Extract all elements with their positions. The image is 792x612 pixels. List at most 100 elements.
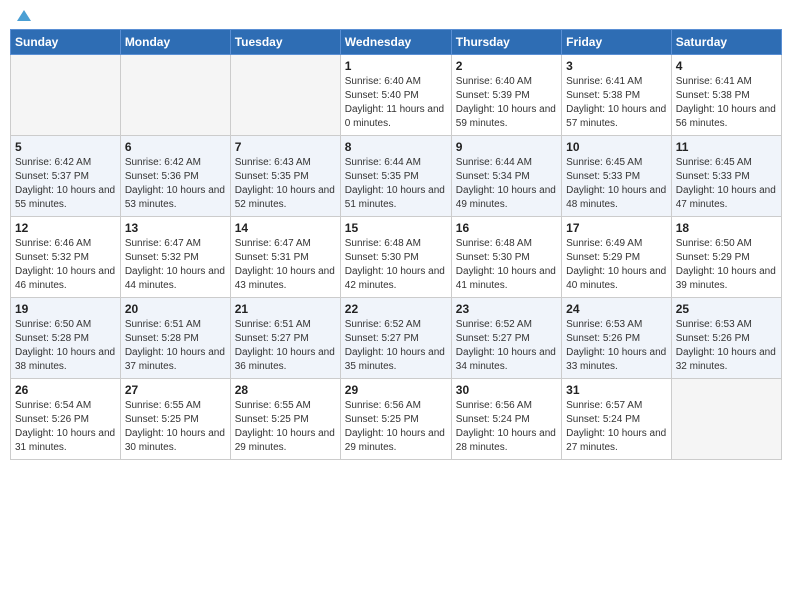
calendar-cell: 19 Sunrise: 6:50 AMSunset: 5:28 PMDayligh… (11, 298, 121, 379)
day-number: 27 (125, 383, 226, 397)
day-number: 21 (235, 302, 336, 316)
calendar-cell: 6 Sunrise: 6:42 AMSunset: 5:36 PMDaylight… (120, 136, 230, 217)
logo (14, 10, 31, 21)
calendar-cell: 2 Sunrise: 6:40 AMSunset: 5:39 PMDaylight… (451, 55, 561, 136)
calendar-cell: 18 Sunrise: 6:50 AMSunset: 5:29 PMDayligh… (671, 217, 781, 298)
day-info: Sunrise: 6:40 AMSunset: 5:39 PMDaylight:… (456, 75, 557, 131)
day-info: Sunrise: 6:53 AMSunset: 5:26 PMDaylight:… (566, 318, 667, 374)
day-number: 16 (456, 221, 557, 235)
calendar-cell: 23 Sunrise: 6:52 AMSunset: 5:27 PMDayligh… (451, 298, 561, 379)
calendar-cell: 27 Sunrise: 6:55 AMSunset: 5:25 PMDayligh… (120, 379, 230, 460)
calendar-cell (671, 379, 781, 460)
calendar-cell: 13 Sunrise: 6:47 AMSunset: 5:32 PMDayligh… (120, 217, 230, 298)
day-info: Sunrise: 6:49 AMSunset: 5:29 PMDaylight:… (566, 237, 667, 293)
day-number: 3 (566, 59, 667, 73)
day-number: 15 (345, 221, 447, 235)
calendar-cell (120, 55, 230, 136)
day-info: Sunrise: 6:51 AMSunset: 5:27 PMDaylight:… (235, 318, 336, 374)
calendar-week-row: 19 Sunrise: 6:50 AMSunset: 5:28 PMDayligh… (11, 298, 782, 379)
calendar-cell: 17 Sunrise: 6:49 AMSunset: 5:29 PMDayligh… (562, 217, 672, 298)
calendar-header-wednesday: Wednesday (340, 30, 451, 55)
day-number: 5 (15, 140, 116, 154)
day-info: Sunrise: 6:45 AMSunset: 5:33 PMDaylight:… (676, 156, 777, 212)
day-info: Sunrise: 6:51 AMSunset: 5:28 PMDaylight:… (125, 318, 226, 374)
calendar-cell: 25 Sunrise: 6:53 AMSunset: 5:26 PMDayligh… (671, 298, 781, 379)
day-info: Sunrise: 6:46 AMSunset: 5:32 PMDaylight:… (15, 237, 116, 293)
day-info: Sunrise: 6:47 AMSunset: 5:32 PMDaylight:… (125, 237, 226, 293)
calendar-cell (11, 55, 121, 136)
day-number: 19 (15, 302, 116, 316)
calendar-cell: 28 Sunrise: 6:55 AMSunset: 5:25 PMDayligh… (230, 379, 340, 460)
calendar-header-monday: Monday (120, 30, 230, 55)
day-info: Sunrise: 6:41 AMSunset: 5:38 PMDaylight:… (676, 75, 777, 131)
calendar-cell: 21 Sunrise: 6:51 AMSunset: 5:27 PMDayligh… (230, 298, 340, 379)
day-info: Sunrise: 6:45 AMSunset: 5:33 PMDaylight:… (566, 156, 667, 212)
day-number: 23 (456, 302, 557, 316)
day-number: 11 (676, 140, 777, 154)
calendar-header-saturday: Saturday (671, 30, 781, 55)
day-number: 10 (566, 140, 667, 154)
day-number: 6 (125, 140, 226, 154)
calendar-cell (230, 55, 340, 136)
calendar-header-row: SundayMondayTuesdayWednesdayThursdayFrid… (11, 30, 782, 55)
calendar-cell: 4 Sunrise: 6:41 AMSunset: 5:38 PMDaylight… (671, 55, 781, 136)
day-number: 20 (125, 302, 226, 316)
day-number: 17 (566, 221, 667, 235)
day-info: Sunrise: 6:50 AMSunset: 5:29 PMDaylight:… (676, 237, 777, 293)
calendar-cell: 3 Sunrise: 6:41 AMSunset: 5:38 PMDaylight… (562, 55, 672, 136)
day-number: 13 (125, 221, 226, 235)
day-info: Sunrise: 6:50 AMSunset: 5:28 PMDaylight:… (15, 318, 116, 374)
day-number: 14 (235, 221, 336, 235)
day-number: 12 (15, 221, 116, 235)
calendar-header-friday: Friday (562, 30, 672, 55)
day-number: 1 (345, 59, 447, 73)
calendar-cell: 1 Sunrise: 6:40 AMSunset: 5:40 PMDaylight… (340, 55, 451, 136)
page-header (10, 10, 782, 21)
calendar-header-tuesday: Tuesday (230, 30, 340, 55)
calendar-cell: 20 Sunrise: 6:51 AMSunset: 5:28 PMDayligh… (120, 298, 230, 379)
calendar-week-row: 26Sunrise: 6:54 AMSunset: 5:26 PMDayligh… (11, 379, 782, 460)
day-info: Sunrise: 6:55 AMSunset: 5:25 PMDaylight:… (125, 399, 226, 455)
calendar-cell: 26Sunrise: 6:54 AMSunset: 5:26 PMDayligh… (11, 379, 121, 460)
day-info: Sunrise: 6:43 AMSunset: 5:35 PMDaylight:… (235, 156, 336, 212)
day-info: Sunrise: 6:42 AMSunset: 5:36 PMDaylight:… (125, 156, 226, 212)
calendar-header-sunday: Sunday (11, 30, 121, 55)
day-info: Sunrise: 6:48 AMSunset: 5:30 PMDaylight:… (456, 237, 557, 293)
day-info: Sunrise: 6:44 AMSunset: 5:34 PMDaylight:… (456, 156, 557, 212)
day-number: 30 (456, 383, 557, 397)
calendar-cell: 10 Sunrise: 6:45 AMSunset: 5:33 PMDayligh… (562, 136, 672, 217)
day-number: 26 (15, 383, 116, 397)
calendar-cell: 24 Sunrise: 6:53 AMSunset: 5:26 PMDayligh… (562, 298, 672, 379)
day-number: 9 (456, 140, 557, 154)
day-number: 25 (676, 302, 777, 316)
calendar-cell: 5 Sunrise: 6:42 AMSunset: 5:37 PMDaylight… (11, 136, 121, 217)
calendar-cell: 22Sunrise: 6:52 AMSunset: 5:27 PMDayligh… (340, 298, 451, 379)
day-number: 2 (456, 59, 557, 73)
day-number: 28 (235, 383, 336, 397)
day-info: Sunrise: 6:40 AMSunset: 5:40 PMDaylight:… (345, 75, 447, 131)
calendar-week-row: 12 Sunrise: 6:46 AMSunset: 5:32 PMDayligh… (11, 217, 782, 298)
day-number: 22 (345, 302, 447, 316)
calendar-cell: 8Sunrise: 6:44 AMSunset: 5:35 PMDaylight… (340, 136, 451, 217)
day-info: Sunrise: 6:56 AMSunset: 5:24 PMDaylight:… (456, 399, 557, 455)
day-number: 18 (676, 221, 777, 235)
logo-triangle-icon (17, 10, 31, 21)
day-number: 7 (235, 140, 336, 154)
calendar-week-row: 1 Sunrise: 6:40 AMSunset: 5:40 PMDaylight… (11, 55, 782, 136)
calendar-cell: 15 Sunrise: 6:48 AMSunset: 5:30 PMDayligh… (340, 217, 451, 298)
calendar-cell: 16 Sunrise: 6:48 AMSunset: 5:30 PMDayligh… (451, 217, 561, 298)
day-number: 4 (676, 59, 777, 73)
day-number: 24 (566, 302, 667, 316)
day-info: Sunrise: 6:42 AMSunset: 5:37 PMDaylight:… (15, 156, 116, 212)
calendar-cell: 9 Sunrise: 6:44 AMSunset: 5:34 PMDaylight… (451, 136, 561, 217)
day-number: 31 (566, 383, 667, 397)
calendar-cell: 7 Sunrise: 6:43 AMSunset: 5:35 PMDaylight… (230, 136, 340, 217)
day-info: Sunrise: 6:53 AMSunset: 5:26 PMDaylight:… (676, 318, 777, 374)
day-info: Sunrise: 6:52 AMSunset: 5:27 PMDaylight:… (456, 318, 557, 374)
day-info: Sunrise: 6:41 AMSunset: 5:38 PMDaylight:… (566, 75, 667, 131)
calendar-cell: 12 Sunrise: 6:46 AMSunset: 5:32 PMDayligh… (11, 217, 121, 298)
day-info: Sunrise: 6:48 AMSunset: 5:30 PMDaylight:… (345, 237, 447, 293)
calendar-cell: 31Sunrise: 6:57 AMSunset: 5:24 PMDayligh… (562, 379, 672, 460)
calendar-cell: 29Sunrise: 6:56 AMSunset: 5:25 PMDayligh… (340, 379, 451, 460)
day-info: Sunrise: 6:55 AMSunset: 5:25 PMDaylight:… (235, 399, 336, 455)
